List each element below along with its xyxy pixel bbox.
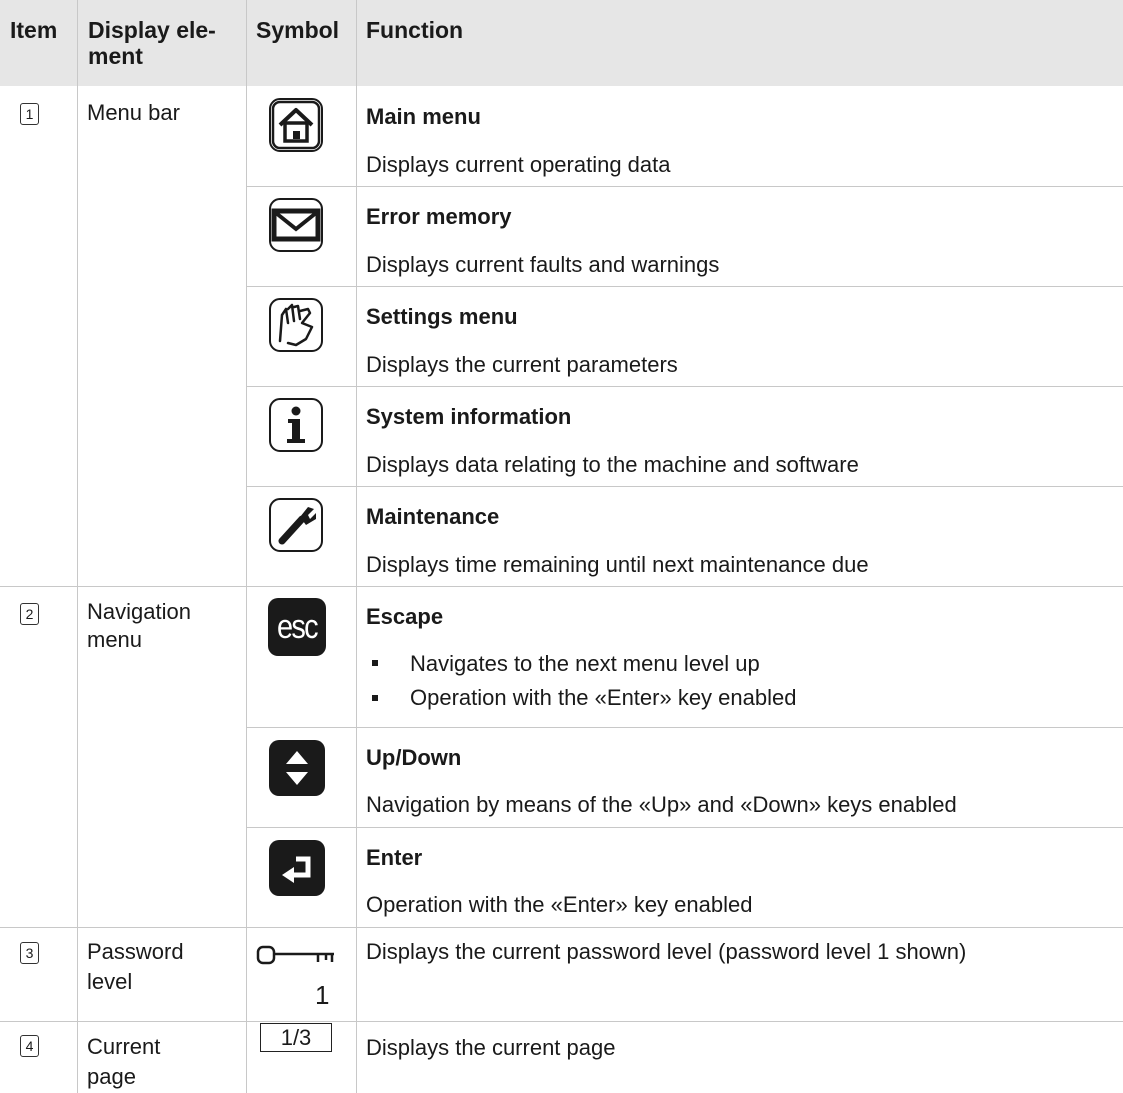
envelope-icon xyxy=(268,197,324,258)
function-desc-maintenance: Displays time remaining until next maint… xyxy=(366,552,869,577)
display-element-password-line1: Password xyxy=(87,939,184,964)
enter-icon xyxy=(268,839,326,902)
row-divider xyxy=(246,286,1123,287)
row-divider xyxy=(246,486,1123,487)
function-title-settings-menu: Settings menu xyxy=(366,304,518,329)
display-element-menu-bar: Menu bar xyxy=(87,100,180,125)
row-divider xyxy=(246,727,1123,728)
password-level-number: 1 xyxy=(315,980,330,1010)
key-icon xyxy=(256,941,336,974)
row-divider xyxy=(0,1021,1123,1022)
row-divider xyxy=(0,927,1123,928)
display-element-navigation-line1: Navigation xyxy=(87,599,191,624)
row-divider xyxy=(0,586,1123,587)
column-divider xyxy=(356,0,357,1093)
header-item: Item xyxy=(10,17,58,43)
function-title-escape: Escape xyxy=(366,604,444,629)
home-icon xyxy=(268,97,324,158)
header-function: Function xyxy=(366,17,464,43)
header-symbol: Symbol xyxy=(256,17,340,43)
header-display-element-line2: ment xyxy=(88,43,143,69)
function-desc-up-down: Navigation by means of the «Up» and «Dow… xyxy=(366,792,957,817)
up-down-icon xyxy=(268,739,326,802)
item-number: 1 xyxy=(20,103,39,125)
function-title-system-information: System information xyxy=(366,404,572,429)
row-divider xyxy=(246,386,1123,387)
function-desc-system-information: Displays data relating to the machine an… xyxy=(366,452,859,477)
function-desc-enter: Operation with the «Enter» key enabled xyxy=(366,892,753,917)
function-title-main-menu: Main menu xyxy=(366,104,481,129)
bullet-icon xyxy=(372,660,378,666)
function-title-error-memory: Error memory xyxy=(366,204,512,229)
display-element-password-line2: level xyxy=(87,969,133,994)
header-display-element-line1: Display ele- xyxy=(88,17,216,43)
function-bullet-escape-1: Navigates to the next menu level up xyxy=(410,651,760,676)
hand-icon xyxy=(268,297,324,358)
table-header: Item Display ele- ment Symbol Function xyxy=(0,0,1123,86)
function-desc-error-memory: Displays current faults and warnings xyxy=(366,252,720,277)
function-desc-main-menu: Displays current operating data xyxy=(366,152,671,177)
function-title-maintenance: Maintenance xyxy=(366,504,500,529)
item-number: 2 xyxy=(20,603,39,625)
item-number: 4 xyxy=(20,1035,39,1057)
item-number: 3 xyxy=(20,942,39,964)
column-divider xyxy=(246,0,247,1093)
row-divider xyxy=(246,186,1123,187)
display-element-navigation-line2: menu xyxy=(87,627,143,652)
display-element-current-page-line1: Current xyxy=(87,1034,161,1059)
column-divider xyxy=(77,0,78,1093)
esc-icon: esc xyxy=(268,598,326,656)
row-divider xyxy=(246,827,1123,828)
page-indicator: 1/3 xyxy=(260,1023,332,1052)
display-element-current-page-line2: page xyxy=(87,1064,136,1089)
wrench-icon xyxy=(268,497,324,558)
info-icon xyxy=(268,397,324,458)
function-desc-password: Displays the current password level (pas… xyxy=(366,939,967,964)
function-title-enter: Enter xyxy=(366,845,423,870)
function-desc-settings-menu: Displays the current parameters xyxy=(366,352,678,377)
header-display-element: Display ele- ment xyxy=(88,17,216,69)
esc-icon-label: esc xyxy=(277,608,319,646)
function-title-up-down: Up/Down xyxy=(366,745,462,770)
function-bullet-escape-2: Operation with the «Enter» key enabled xyxy=(410,685,797,710)
bullet-icon xyxy=(372,695,378,701)
function-desc-current-page: Displays the current page xyxy=(366,1035,616,1060)
